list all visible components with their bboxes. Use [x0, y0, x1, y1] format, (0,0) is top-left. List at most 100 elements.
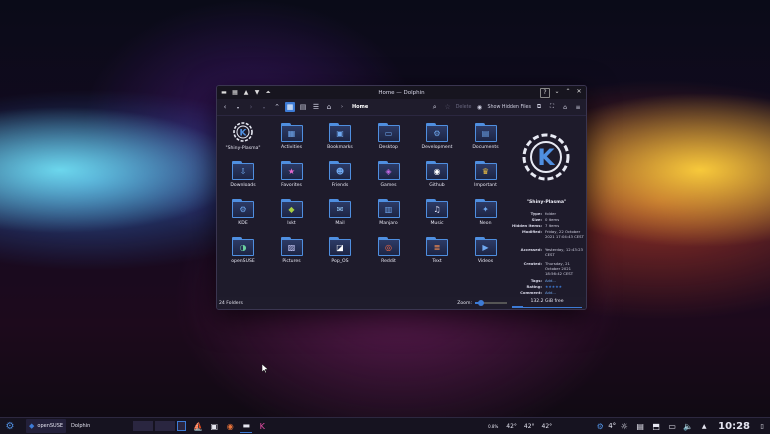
app-grid-icon[interactable]: ▦: [231, 89, 239, 97]
pager-desktop-3[interactable]: [177, 421, 187, 431]
forward-dropdown-icon[interactable]: ▾: [259, 102, 269, 112]
folder-item[interactable]: ★ Favorites: [269, 157, 315, 195]
bookmark-icon[interactable]: ☆: [443, 102, 453, 112]
folder-label: Favorites: [281, 183, 302, 188]
info-title: "Shiny-Plasma": [526, 200, 567, 205]
folder-item[interactable]: ◑ openSUSE: [220, 233, 266, 271]
pager-desktop-1[interactable]: [133, 421, 154, 431]
shade-icon[interactable]: ⏶: [264, 89, 272, 97]
pictures-icon: ▨: [280, 237, 303, 256]
maximize-button[interactable]: ⌃: [564, 88, 572, 96]
folder-label: "Shiny-Plasma": [225, 146, 261, 151]
folder-item[interactable]: ⇩ Downloads: [220, 157, 266, 195]
folder-label: Videos: [477, 259, 494, 264]
weather-sun-icon[interactable]: ☼: [618, 420, 630, 432]
folder-item[interactable]: ▤ Documents: [463, 119, 509, 157]
folder-item[interactable]: ◈ Games: [366, 157, 412, 195]
free-space-bar: 132.2 GiB free: [512, 298, 582, 308]
task-dolphin[interactable]: Dolphin: [68, 419, 93, 433]
breadcrumb-home[interactable]: Home: [352, 104, 368, 110]
digital-clock[interactable]: 10:28: [718, 421, 750, 432]
manjaro-icon: ▥: [377, 199, 400, 218]
folder-item[interactable]: ♫ Music: [414, 195, 460, 233]
title-bar[interactable]: ▬ ▦ ▲ ▼ ⏶ Home — Dolphin ? ⌄ ⌃ ✕: [217, 86, 586, 99]
hamburger-menu-icon[interactable]: ≡: [573, 102, 583, 112]
close-button[interactable]: ✕: [575, 88, 583, 96]
fullscreen-icon[interactable]: ⛶: [547, 102, 557, 112]
info-value[interactable]: Add...: [545, 290, 585, 295]
icons-view-icon[interactable]: ▦: [285, 102, 295, 112]
window-menu-icon[interactable]: ▬: [220, 89, 228, 97]
folder-item[interactable]: ▶ Videos: [463, 233, 509, 271]
folder-item[interactable]: ♛ Important: [463, 157, 509, 195]
volume-icon[interactable]: 🔈: [682, 420, 694, 432]
firefox-icon[interactable]: ◉: [224, 420, 236, 432]
folder-item[interactable]: ▣ Bookmarks: [317, 119, 363, 157]
folder-item[interactable]: K "Shiny-Plasma": [220, 119, 266, 157]
info-row: Accessed: Yesterday, 12:43:23 CEST: [507, 247, 586, 257]
information-panel: K "Shiny-Plasma" Type: folder Size: 0 items…: [507, 117, 586, 297]
folder-label: Manjaro: [379, 221, 398, 226]
kde-connect-icon[interactable]: K: [256, 420, 268, 432]
documents-icon: ▤: [474, 123, 497, 142]
folder-item[interactable]: ☻ Friends: [317, 157, 363, 195]
dolphin-task-icon[interactable]: ▬: [240, 420, 253, 433]
downloads-icon: ⇩: [232, 161, 254, 180]
application-launcher-icon[interactable]: ⚙: [4, 420, 16, 432]
info-value: Friday, 22 October 2021 17:04:43 CEST: [545, 229, 584, 239]
info-value[interactable]: ★★★★★: [545, 284, 585, 289]
folder-label: Desktop: [379, 145, 398, 150]
zoom-slider[interactable]: [475, 300, 507, 306]
kde-system-icon[interactable]: ⚙: [594, 420, 606, 432]
folder-item[interactable]: ▨ Pictures: [269, 233, 315, 271]
weather-temp[interactable]: 4°: [608, 422, 616, 430]
zoom-label: Zoom:: [457, 300, 472, 306]
search-icon[interactable]: ⌕: [430, 102, 440, 112]
task-opensuse[interactable]: ◆ openSUSE: [26, 419, 67, 433]
home-icon[interactable]: ⌂: [324, 102, 334, 112]
zoom-slider-handle[interactable]: [478, 300, 485, 306]
split-view-icon[interactable]: ⧉: [534, 102, 544, 112]
favorites-icon: ★: [280, 161, 303, 180]
pager-desktop-2[interactable]: [155, 421, 176, 431]
folder-item[interactable]: ◪ Pop_OS: [317, 233, 363, 271]
folder-item[interactable]: ⚙ Development: [414, 119, 460, 157]
folder-item[interactable]: ◉ Github: [414, 157, 460, 195]
folder-item[interactable]: ▭ Desktop: [366, 119, 412, 157]
popos-icon: ◪: [329, 237, 351, 256]
info-value[interactable]: Add...: [545, 278, 585, 283]
compact-view-icon[interactable]: ▤: [298, 102, 308, 112]
network-icon[interactable]: ▭: [666, 420, 678, 432]
kde-logo-icon: K: [232, 121, 254, 143]
folder-item[interactable]: ⚙ KDE: [220, 195, 266, 233]
tray-expand-icon[interactable]: ▲: [698, 420, 710, 432]
keep-above-icon[interactable]: ▲: [242, 89, 250, 97]
clipboard-icon[interactable]: ▤: [634, 420, 646, 432]
forward-icon[interactable]: ›: [246, 102, 256, 112]
details-view-icon[interactable]: ☰: [311, 102, 321, 112]
folder-item[interactable]: ◎ Reddit: [366, 233, 412, 271]
minimize-button[interactable]: ⌄: [553, 88, 561, 96]
info-value: Thursday, 21 October 2021 18:56:42 CEST: [545, 261, 574, 276]
terminal-icon[interactable]: ▣: [208, 420, 220, 432]
show-hidden-files-button[interactable]: Show Hidden Files: [487, 105, 531, 110]
up-icon[interactable]: ⌃: [272, 102, 282, 112]
updates-icon[interactable]: ⬒: [650, 420, 662, 432]
help-button[interactable]: ?: [540, 87, 550, 98]
back-icon[interactable]: ‹: [220, 102, 230, 112]
delete-button[interactable]: Delete: [456, 105, 472, 110]
folder-item[interactable]: ▦ Activities: [269, 119, 315, 157]
folder-item[interactable]: ≣ Text: [414, 233, 460, 271]
show-desktop-icon[interactable]: ▯: [756, 420, 768, 432]
folder-item[interactable]: ✉ Mail: [317, 195, 363, 233]
virtual-desktops-pager[interactable]: [133, 421, 187, 431]
back-dropdown-icon[interactable]: ▾: [233, 102, 243, 112]
games-icon: ◈: [377, 161, 400, 180]
folder-item[interactable]: ▥ Manjaro: [366, 195, 412, 233]
open-home-icon[interactable]: ⌂: [560, 102, 570, 112]
keep-below-icon[interactable]: ▼: [253, 89, 261, 97]
folder-item[interactable]: ◆ lxkt: [269, 195, 315, 233]
ship-icon[interactable]: ⛵: [192, 420, 204, 432]
folder-item[interactable]: ✦ Neon: [463, 195, 509, 233]
info-key: Comment:: [520, 290, 542, 295]
